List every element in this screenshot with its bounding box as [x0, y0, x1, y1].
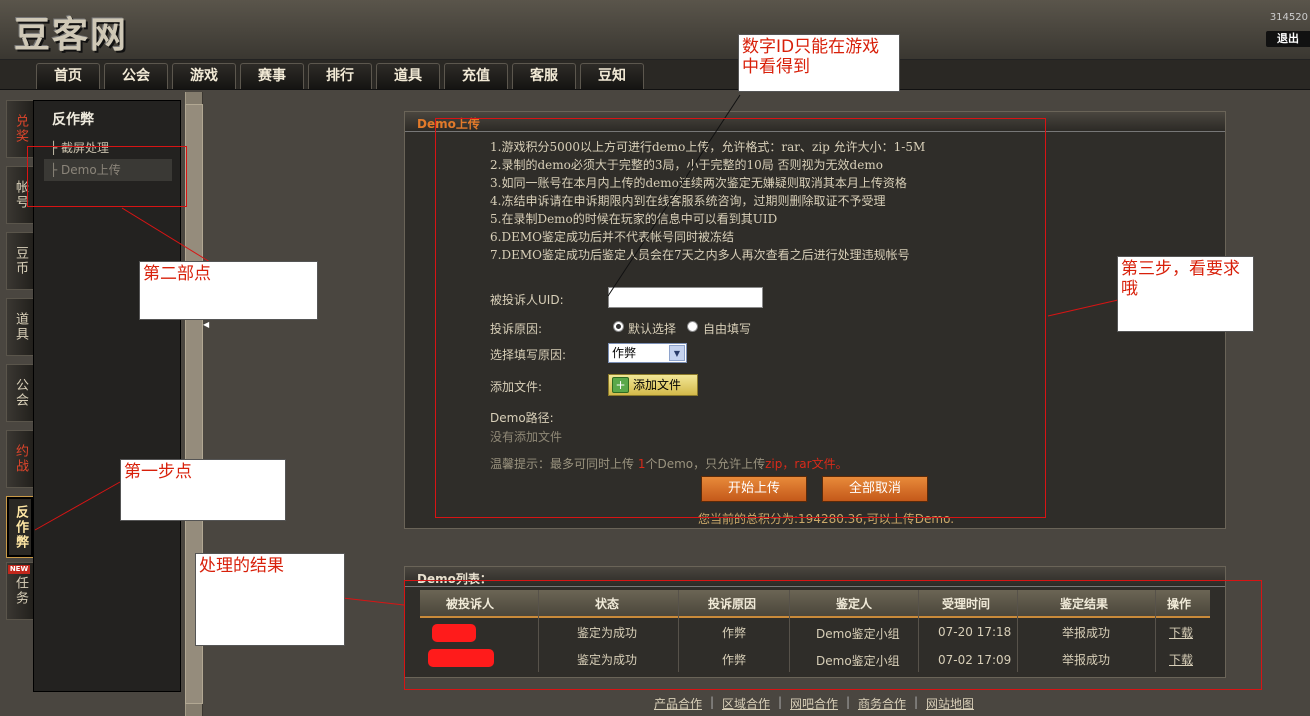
site-header: 豆客网 314520 退出	[0, 0, 1310, 60]
logout-button[interactable]: 退出	[1266, 31, 1310, 47]
nav-home[interactable]: 首页	[36, 63, 100, 89]
nav-items[interactable]: 道具	[376, 63, 440, 89]
footer-region[interactable]: 区域合作	[722, 695, 770, 712]
highlight-upload-form	[435, 118, 1046, 518]
note-result: 处理的结果	[195, 553, 345, 646]
note-uid-game: 数字ID只能在游戏中看得到	[738, 34, 900, 92]
site-logo[interactable]: 豆客网	[14, 6, 128, 56]
tab-items[interactable]: 道具	[6, 298, 34, 356]
footer-separator: |	[914, 695, 919, 709]
nav-events[interactable]: 赛事	[240, 63, 304, 89]
collapse-arrow-icon[interactable]: ◀	[203, 320, 209, 329]
main-nav: 首页 公会 游戏 赛事 排行 道具 充值 客服 豆知	[0, 60, 1310, 90]
new-badge: NEW	[8, 565, 30, 574]
tab-coins[interactable]: 豆币	[6, 232, 34, 290]
highlight-side-link	[27, 146, 187, 207]
side-panel-title: 反作弊	[52, 112, 94, 128]
tab-guild[interactable]: 公会	[6, 364, 34, 422]
tab-battle[interactable]: 约战	[6, 430, 34, 488]
tab-anti-cheat[interactable]: 反作弊	[6, 496, 34, 558]
nav-knowledge[interactable]: 豆知	[580, 63, 644, 89]
footer-separator: |	[710, 695, 715, 709]
nav-guild[interactable]: 公会	[104, 63, 168, 89]
note-step-two: 第二部点	[139, 261, 318, 320]
footer-sitemap[interactable]: 网站地图	[926, 695, 974, 712]
nav-recharge[interactable]: 充值	[444, 63, 508, 89]
note-step-three: 第三步，看要求哦	[1117, 256, 1254, 332]
footer-separator: |	[846, 695, 851, 709]
nav-ranking[interactable]: 排行	[308, 63, 372, 89]
footer-product[interactable]: 产品合作	[654, 695, 702, 712]
footer-netcafe[interactable]: 网吧合作	[790, 695, 838, 712]
nav-support[interactable]: 客服	[512, 63, 576, 89]
footer-separator: |	[778, 695, 783, 709]
highlight-demo-list	[404, 580, 1262, 690]
note-step-one: 第一步点	[120, 459, 286, 521]
footer-business[interactable]: 商务合作	[858, 695, 906, 712]
user-id-display: 314520	[1269, 12, 1308, 23]
nav-games[interactable]: 游戏	[172, 63, 236, 89]
